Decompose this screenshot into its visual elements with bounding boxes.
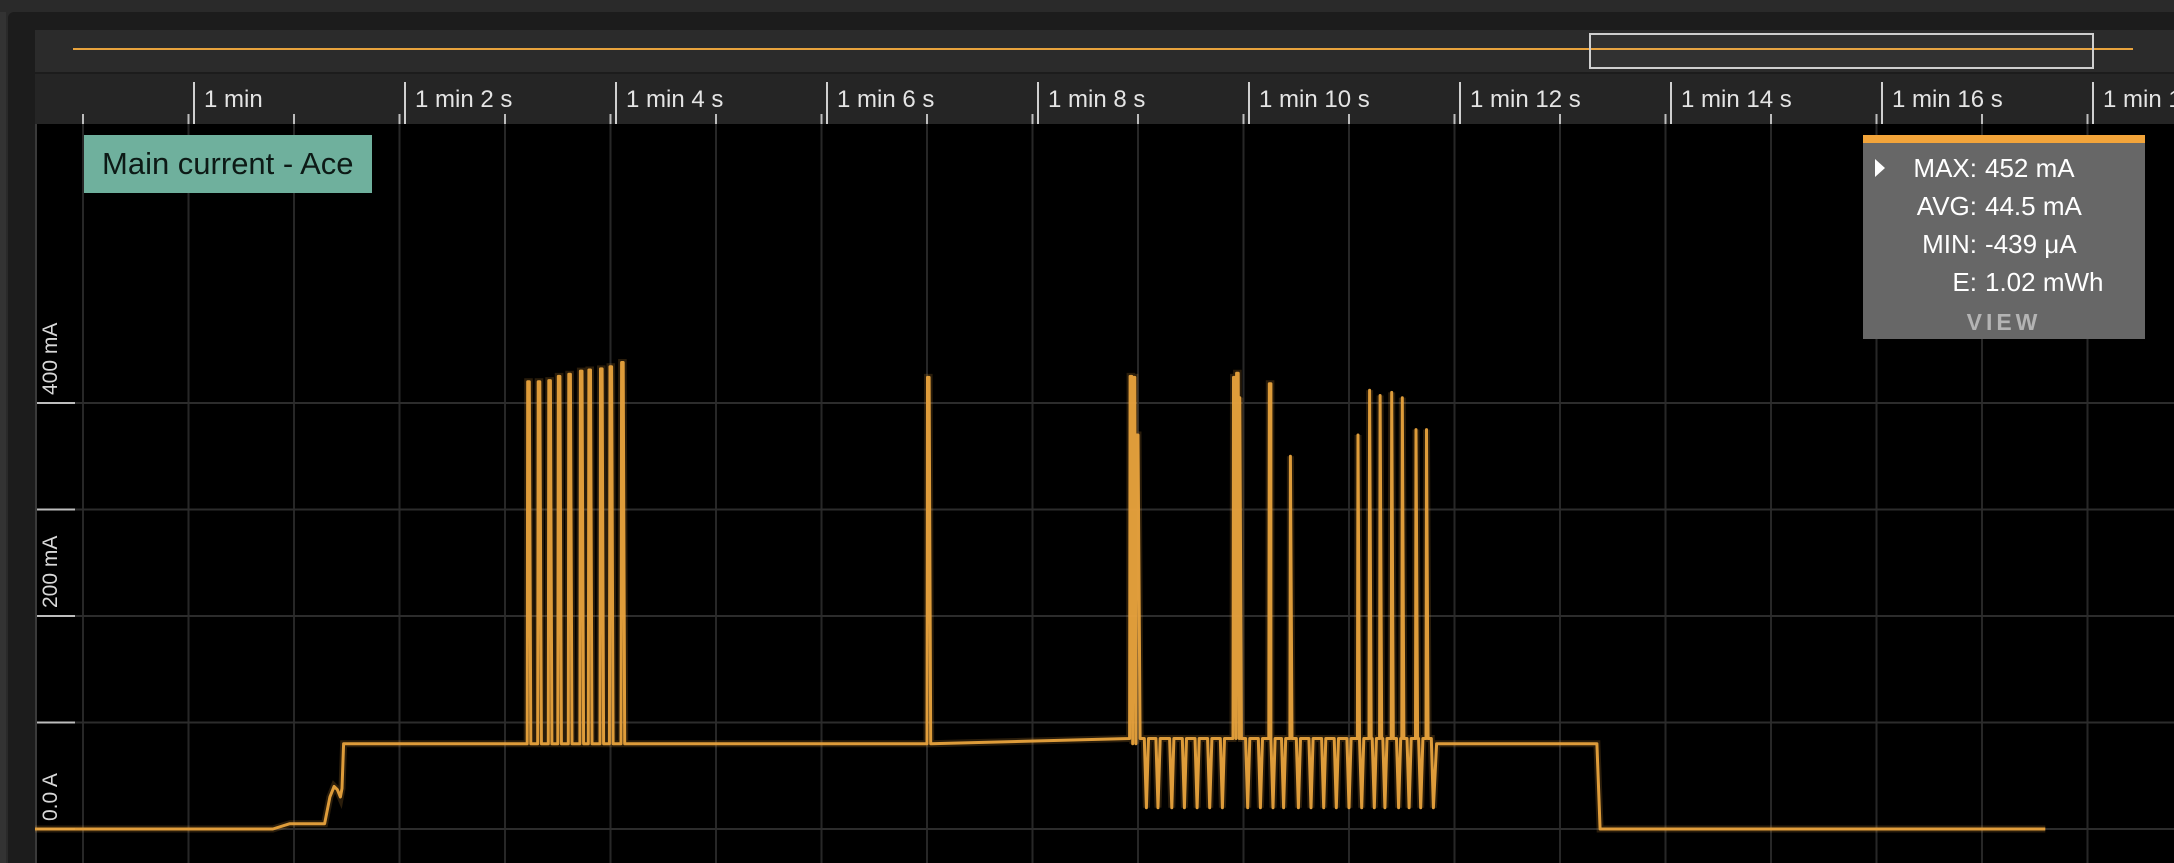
triangle-right-icon[interactable] (1875, 159, 1885, 177)
min-label: MIN: (1922, 229, 1977, 259)
avg-value: 44.5 mA (1985, 191, 2082, 221)
overview-window-selector[interactable] (1589, 33, 2094, 69)
x-tick-label: 1 min 6 s (837, 86, 934, 113)
view-button[interactable]: VIEW (1863, 309, 2145, 336)
avg-label: AVG: (1916, 191, 1977, 221)
stats-row-max: MAX: 452 mA (1863, 151, 2145, 185)
x-tick-label: 1 min 14 s (1681, 86, 1792, 113)
stats-row-min: MIN: -439 μA (1863, 227, 2145, 261)
x-tick-label: 1 min 18 s (2103, 86, 2174, 113)
x-tick-label: 1 min 12 s (1470, 86, 1581, 113)
stats-row-energy: E: 1.02 mWh (1863, 265, 2145, 299)
energy-value: 1.02 mWh (1985, 267, 2104, 297)
time-axis-svg: 1 min 1 min 2 s 1 min 4 s 1 min 6 s 1 min 8 … (82, 82, 2174, 124)
y-tick-label: 200 mA (39, 536, 62, 608)
current-trace-glow (35, 359, 2046, 833)
x-tick-label: 1 min 8 s (1048, 86, 1145, 113)
y-tick-label: 400 mA (39, 323, 62, 395)
x-tick-label: 1 min 4 s (626, 86, 723, 113)
y-tick-label: 0.0 A (39, 773, 62, 821)
x-tick-label: 1 min 2 s (415, 86, 512, 113)
time-axis[interactable]: 1 min 1 min 2 s 1 min 4 s 1 min 6 s 1 min 8 … (35, 74, 2174, 124)
energy-label: E: (1952, 267, 1977, 297)
max-value: 452 mA (1985, 153, 2075, 183)
grid-lines (35, 124, 2174, 863)
current-trace-line (35, 361, 2046, 831)
max-label: MAX: (1913, 153, 1977, 183)
series-label: Main current - Ace (84, 135, 372, 193)
stats-row-avg: AVG: 44.5 mA (1863, 189, 2145, 223)
panel-edge (0, 12, 6, 863)
min-value: -439 μA (1985, 229, 2077, 259)
stats-panel: MAX: 452 mA AVG: 44.5 mA MIN: -439 μA E:… (1863, 135, 2145, 339)
x-tick-label: 1 min 10 s (1259, 86, 1370, 113)
current-plot-svg: 0.0 A 200 mA 400 mA (35, 124, 2174, 863)
plot-area[interactable]: 0.0 A 200 mA 400 mA (35, 124, 2174, 863)
y-axis: 0.0 A 200 mA 400 mA (35, 124, 75, 863)
x-tick-label: 1 min (204, 86, 263, 113)
x-tick-label: 1 min 16 s (1892, 86, 2003, 113)
overview-bar[interactable] (35, 30, 2174, 72)
